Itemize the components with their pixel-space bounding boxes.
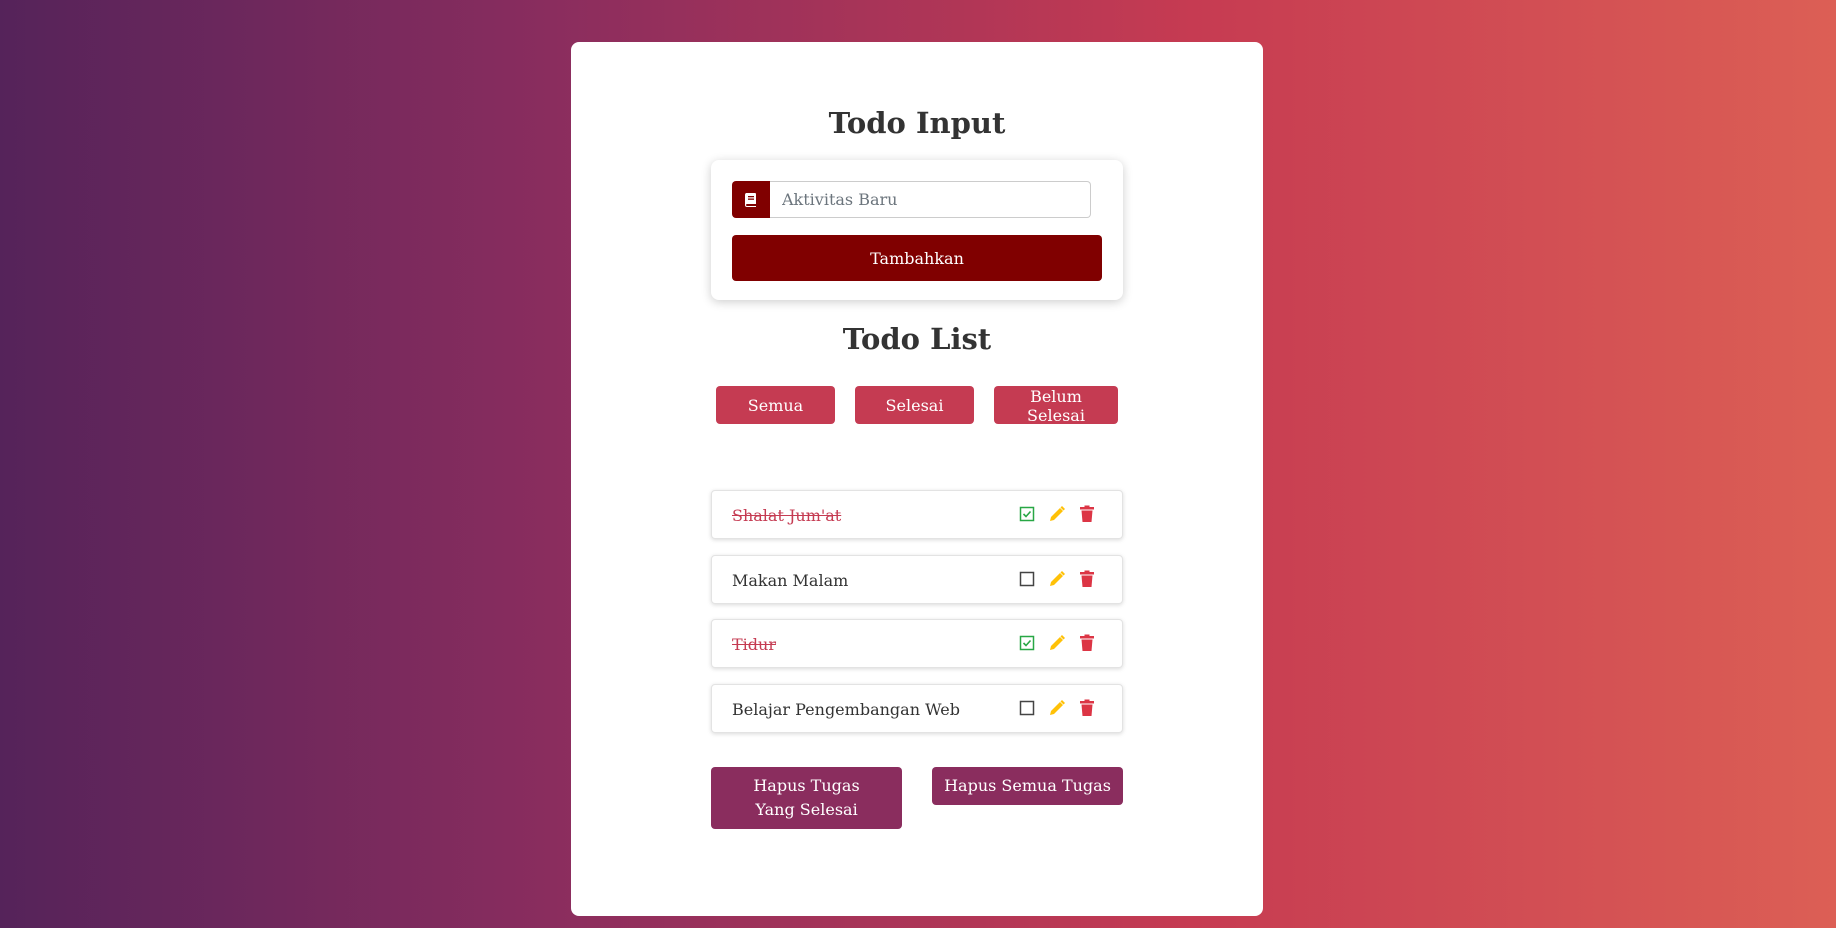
input-group: [732, 181, 1091, 218]
new-activity-input[interactable]: [770, 181, 1091, 218]
todo-actions: [1018, 634, 1096, 652]
todo-actions: [1018, 699, 1096, 717]
unchecked-box-icon[interactable]: [1018, 699, 1036, 717]
trash-icon[interactable]: [1078, 570, 1096, 588]
trash-icon[interactable]: [1078, 699, 1096, 717]
input-title: Todo Input: [828, 106, 1006, 140]
checked-box-icon[interactable]: [1018, 505, 1036, 523]
todo-actions: [1018, 570, 1096, 588]
list-title: Todo List: [842, 322, 992, 356]
checked-box-icon[interactable]: [1018, 634, 1036, 652]
delete-all-button[interactable]: Hapus Semua Tugas: [932, 767, 1123, 805]
pencil-icon[interactable]: [1048, 505, 1066, 523]
todo-item: Shalat Jum'at: [711, 490, 1123, 539]
todo-text: Tidur: [732, 635, 776, 654]
delete-done-button[interactable]: Hapus Tugas Yang Selesai: [711, 767, 902, 829]
filter-done-button[interactable]: Selesai: [855, 386, 974, 424]
input-panel: Tambahkan: [711, 160, 1123, 300]
todo-actions: [1018, 505, 1096, 523]
todo-text: Makan Malam: [732, 571, 849, 590]
trash-icon[interactable]: [1078, 634, 1096, 652]
filter-undone-button[interactable]: Belum Selesai: [994, 386, 1118, 425]
todo-card: Todo Input Tambahkan Todo List Semua Sel…: [571, 42, 1263, 916]
todo-item: Makan Malam: [711, 555, 1123, 604]
todo-item: Tidur: [711, 619, 1123, 668]
unchecked-box-icon[interactable]: [1018, 570, 1036, 588]
pencil-icon[interactable]: [1048, 699, 1066, 717]
pencil-icon[interactable]: [1048, 634, 1066, 652]
book-icon: [732, 181, 770, 218]
todo-text: Shalat Jum'at: [732, 506, 842, 525]
pencil-icon[interactable]: [1048, 570, 1066, 588]
todo-text: Belajar Pengembangan Web: [732, 700, 960, 719]
add-button[interactable]: Tambahkan: [732, 235, 1102, 281]
todo-item: Belajar Pengembangan Web: [711, 684, 1123, 733]
filter-all-button[interactable]: Semua: [716, 386, 835, 424]
trash-icon[interactable]: [1078, 505, 1096, 523]
